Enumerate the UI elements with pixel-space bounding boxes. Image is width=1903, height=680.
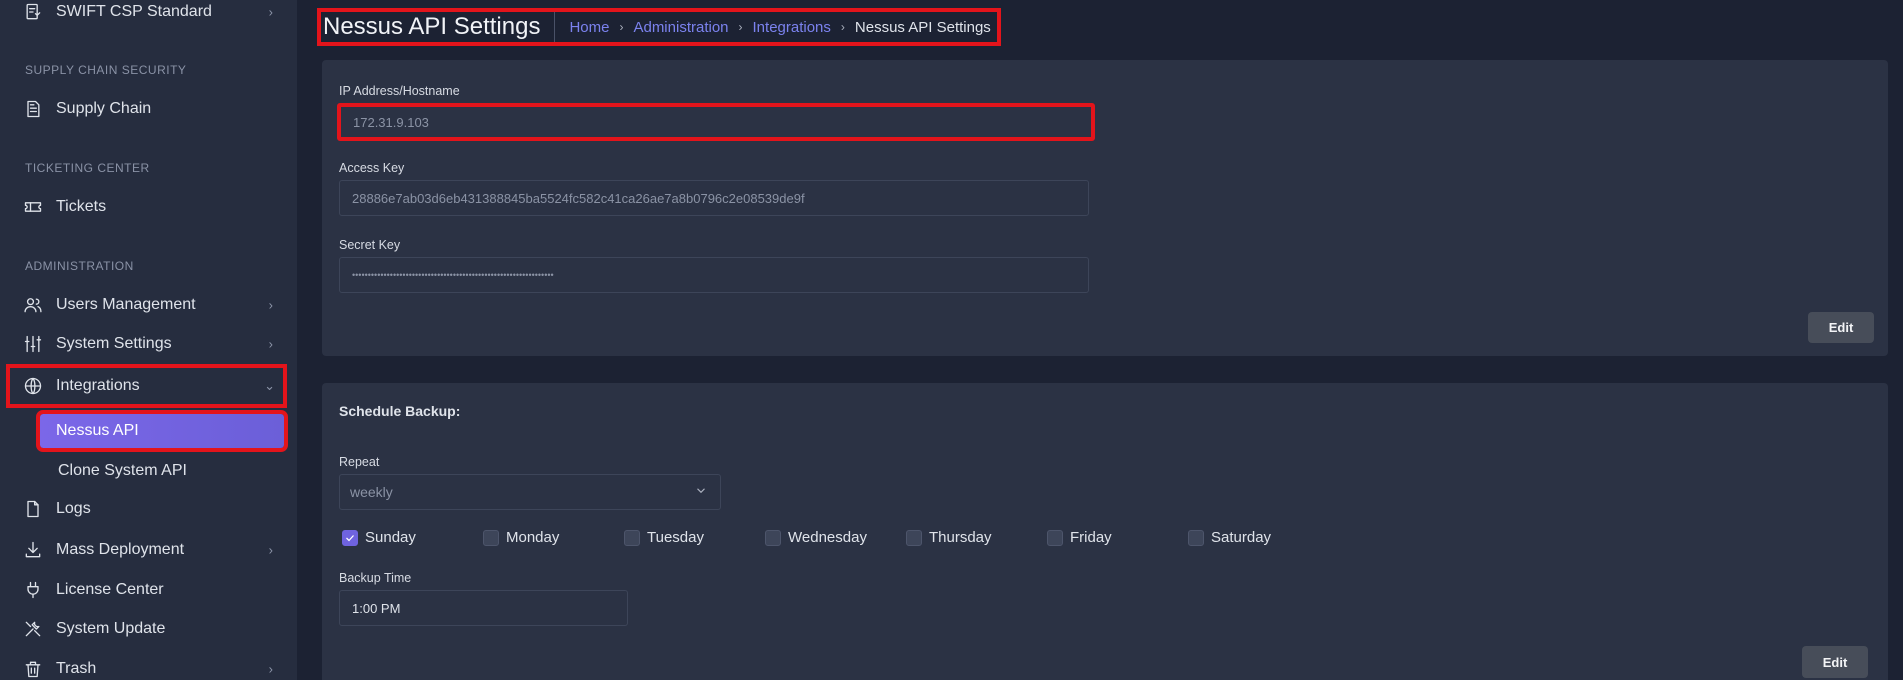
sidebar-item-integrations[interactable]: Integrations ⌄ [6, 364, 287, 408]
ticket-icon [22, 196, 44, 218]
day-friday[interactable]: Friday [1047, 529, 1188, 546]
day-label: Sunday [365, 529, 416, 546]
ip-address-input[interactable]: 172.31.9.103 [337, 103, 1095, 141]
download-icon [22, 539, 44, 561]
globe-icon [22, 375, 44, 397]
sidebar-item-system-settings[interactable]: System Settings › [22, 327, 281, 361]
chevron-right-icon: › [268, 542, 273, 558]
sliders-icon [22, 333, 44, 355]
backup-time-input[interactable]: 1:00 PM [339, 590, 628, 626]
access-key-label: Access Key [339, 161, 405, 175]
day-label: Thursday [929, 529, 992, 546]
sidebar-item-label: Tickets [56, 198, 107, 215]
breadcrumb-administration[interactable]: Administration [633, 19, 728, 36]
day-label: Wednesday [788, 529, 867, 546]
page-header: Nessus API Settings Home › Administratio… [317, 8, 1001, 46]
compliance-shield-icon [22, 1, 44, 23]
sidebar-item-label: Integrations [56, 377, 140, 394]
day-wednesday[interactable]: Wednesday [765, 529, 906, 546]
sidebar-item-label: SWIFT CSP Standard [56, 3, 212, 20]
weekday-checkboxes: Sunday Monday Tuesday Wednesday Thursday… [342, 529, 1329, 546]
day-monday[interactable]: Monday [483, 529, 624, 546]
file-icon [22, 498, 44, 520]
edit-backup-button[interactable]: Edit [1802, 646, 1868, 678]
sidebar-item-label: Mass Deployment [56, 541, 185, 558]
day-label: Tuesday [647, 529, 704, 546]
schedule-backup-title: Schedule Backup: [339, 403, 461, 419]
sidebar-item-logs[interactable]: Logs [22, 492, 281, 526]
secret-key-label: Secret Key [339, 238, 401, 252]
day-sunday[interactable]: Sunday [342, 529, 483, 546]
day-tuesday[interactable]: Tuesday [624, 529, 765, 546]
sidebar-item-trash[interactable]: Trash › [22, 652, 281, 680]
sidebar-item-license-center[interactable]: License Center [22, 573, 281, 607]
sidebar-item-users-management[interactable]: Users Management › [22, 288, 281, 322]
api-settings-card: IP Address/Hostname 172.31.9.103 Access … [322, 60, 1888, 356]
breadcrumb-home[interactable]: Home [569, 19, 609, 36]
breadcrumb-separator-icon: › [840, 20, 845, 34]
sidebar-item-label: System Update [56, 620, 166, 637]
checkbox[interactable] [765, 529, 781, 546]
day-saturday[interactable]: Saturday [1188, 529, 1329, 546]
sidebar-item-label: License Center [56, 581, 164, 598]
checkbox-checked[interactable] [342, 529, 358, 546]
check-icon [346, 534, 354, 541]
sidebar-subitem-label: Nessus API [56, 422, 139, 439]
checkbox[interactable] [624, 529, 640, 546]
sidebar-item-supply-chain[interactable]: Supply Chain [22, 92, 281, 126]
day-label: Monday [506, 529, 560, 546]
sidebar-item-swift-csp[interactable]: SWIFT CSP Standard › [22, 0, 281, 29]
ip-address-label: IP Address/Hostname [339, 84, 460, 98]
breadcrumb-separator-icon: › [619, 20, 624, 34]
secret-key-input[interactable]: ••••••••••••••••••••••••••••••••••••••••… [339, 257, 1089, 293]
sidebar-item-label: Users Management [56, 296, 196, 313]
day-thursday[interactable]: Thursday [906, 529, 1047, 546]
chevron-right-icon: › [268, 297, 273, 313]
sidebar-item-mass-deployment[interactable]: Mass Deployment › [22, 533, 281, 567]
chevron-down-icon [694, 484, 708, 501]
sidebar-item-label: Logs [56, 500, 91, 517]
main-content: Nessus API Settings Home › Administratio… [297, 0, 1903, 680]
section-administration: ADMINISTRATION [25, 259, 134, 273]
breadcrumb-current: Nessus API Settings [854, 18, 991, 36]
tools-icon [22, 618, 44, 640]
checkbox[interactable] [906, 529, 922, 546]
sidebar-item-label: System Settings [56, 335, 172, 352]
sidebar-subitem-clone-system-api[interactable]: Clone System API [42, 454, 282, 488]
chevron-right-icon: › [268, 336, 273, 352]
chevron-right-icon: › [268, 661, 273, 677]
day-label: Saturday [1211, 529, 1272, 546]
access-key-input[interactable]: 28886e7ab03d6eb431388845ba5524fc582c41ca… [339, 180, 1089, 216]
chevron-right-icon: › [268, 4, 273, 20]
repeat-label: Repeat [339, 455, 380, 469]
sidebar-item-tickets[interactable]: Tickets [22, 190, 281, 224]
sidebar-item-label: Trash [56, 660, 97, 677]
checkbox[interactable] [1047, 529, 1063, 546]
sidebar-item-system-update[interactable]: System Update [22, 612, 281, 646]
section-supply-chain: SUPPLY CHAIN SECURITY [25, 63, 187, 77]
day-label: Friday [1070, 529, 1112, 546]
sidebar-subitem-label: Clone System API [58, 462, 187, 479]
repeat-select[interactable]: weekly [339, 474, 721, 510]
backup-time-label: Backup Time [339, 571, 412, 585]
breadcrumb-separator-icon: › [738, 20, 743, 34]
breadcrumb-integrations[interactable]: Integrations [753, 19, 831, 36]
page-title: Nessus API Settings [323, 12, 556, 42]
users-icon [22, 294, 44, 316]
repeat-select-value: weekly [350, 484, 393, 500]
document-icon [22, 98, 44, 120]
sidebar-item-label: Supply Chain [56, 100, 152, 117]
trash-icon [22, 658, 44, 680]
checkbox[interactable] [1188, 529, 1204, 546]
sidebar-subitem-nessus-api[interactable]: Nessus API [36, 410, 288, 452]
chevron-down-icon: ⌄ [264, 378, 275, 393]
breadcrumb: Home › Administration › Integrations › N… [555, 19, 990, 36]
checkbox[interactable] [483, 529, 499, 546]
sidebar: SWIFT CSP Standard › SUPPLY CHAIN SECURI… [0, 0, 297, 680]
edit-api-button[interactable]: Edit [1808, 312, 1874, 343]
section-ticketing: TICKETING CENTER [25, 161, 150, 175]
plug-icon [22, 579, 44, 601]
